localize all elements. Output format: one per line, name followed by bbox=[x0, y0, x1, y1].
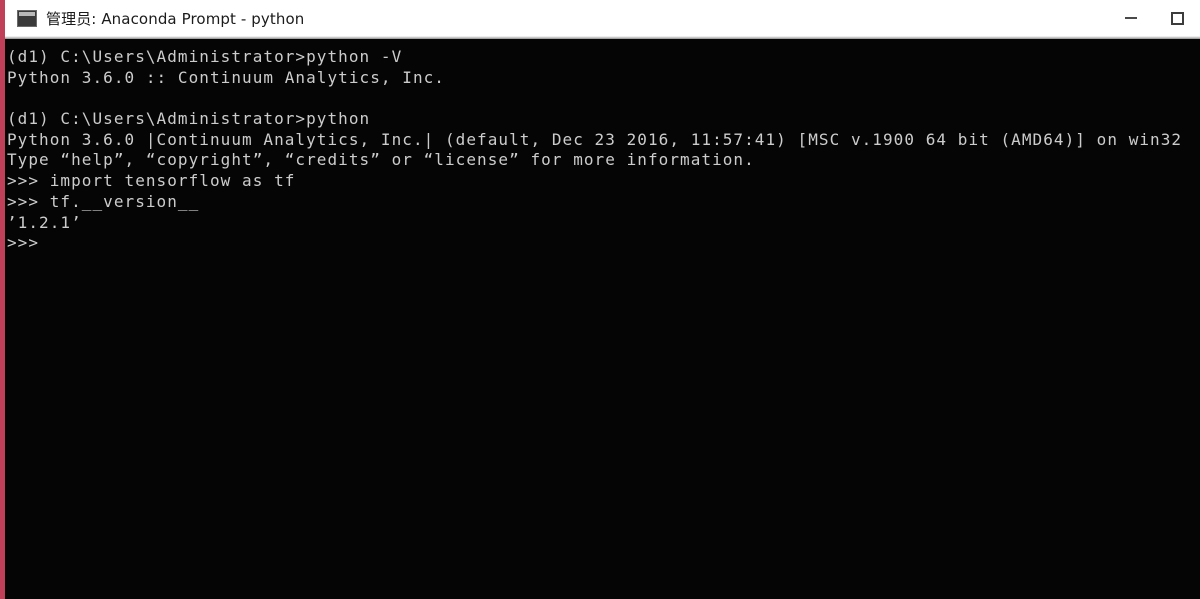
minimize-icon bbox=[1125, 17, 1137, 19]
titlebar-separator bbox=[5, 36, 1200, 39]
console-icon bbox=[17, 9, 37, 27]
console-output-area[interactable]: (d1) C:\Users\Administrator>python -V Py… bbox=[5, 39, 1200, 599]
console-line: (d1) C:\Users\Administrator>python -V bbox=[7, 47, 403, 66]
maximize-button[interactable] bbox=[1154, 0, 1200, 36]
console-line: (d1) C:\Users\Administrator>python bbox=[7, 109, 371, 129]
console-line: Type “help”, “copyright”, “credits” or “… bbox=[7, 150, 755, 170]
minimize-button[interactable] bbox=[1108, 0, 1154, 36]
console-line: Python 3.6.0 :: Continuum Analytics, Inc… bbox=[7, 67, 445, 87]
titlebar[interactable]: 管理员: Anaconda Prompt - python bbox=[5, 0, 1200, 36]
anaconda-prompt-window: 管理员: Anaconda Prompt - python (d1) C:\Us… bbox=[0, 0, 1200, 599]
console-line: >>> import tensorflow as tf bbox=[7, 171, 296, 191]
caption-buttons bbox=[1108, 0, 1200, 36]
maximize-icon bbox=[1170, 11, 1184, 25]
console-prompt-line[interactable]: >>> bbox=[7, 233, 1200, 254]
console-line: >>> tf.__version__ bbox=[7, 191, 200, 211]
window-active-border bbox=[0, 0, 5, 599]
console-line: Python 3.6.0 |Continuum Analytics, Inc.|… bbox=[7, 129, 1183, 149]
window-title: 管理员: Anaconda Prompt - python bbox=[46, 9, 305, 28]
console-line: ’1.2.1’ bbox=[7, 212, 82, 232]
